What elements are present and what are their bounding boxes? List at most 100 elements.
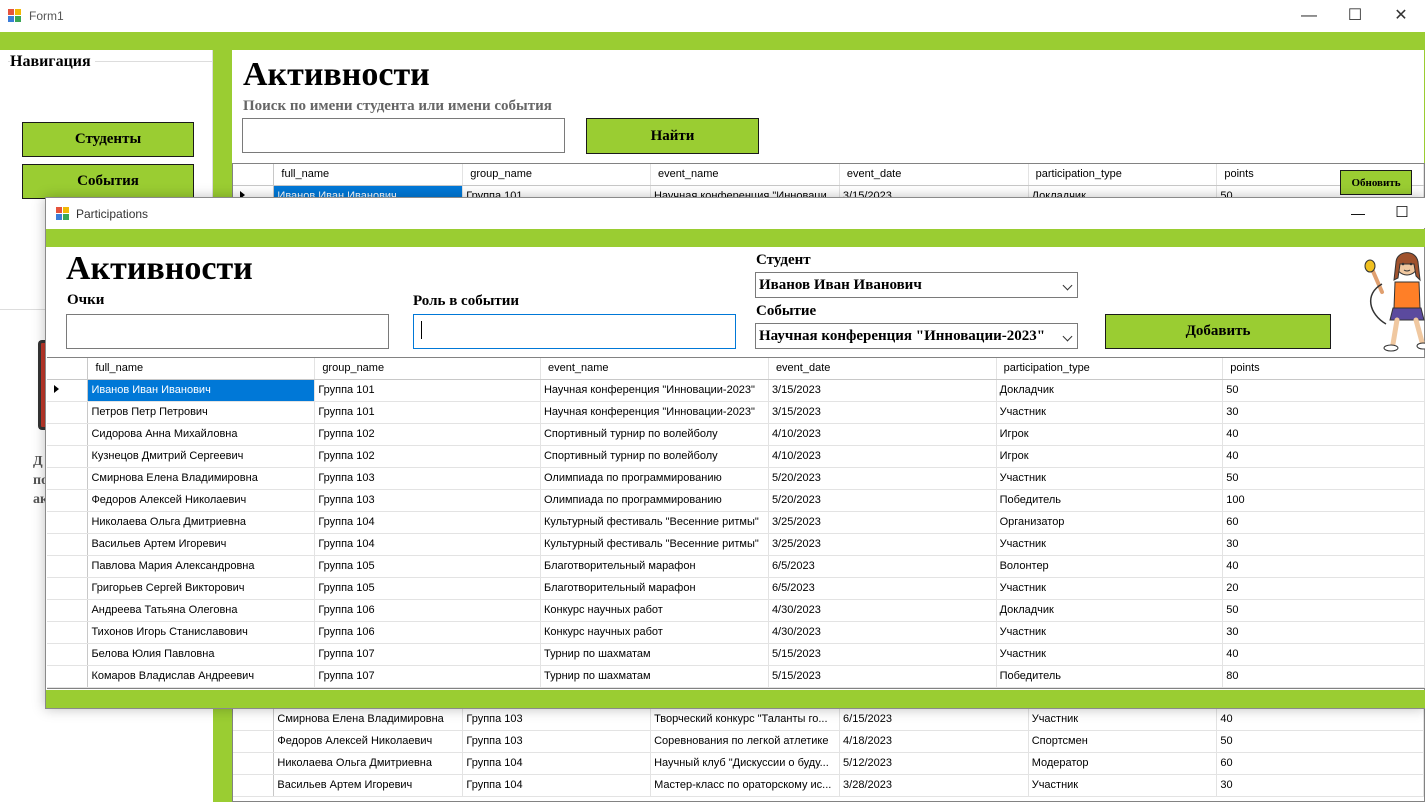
table-cell[interactable]: 5/15/2023 xyxy=(768,643,997,666)
table-cell[interactable]: 4/30/2023 xyxy=(768,621,997,644)
table-cell[interactable]: Группа 101 xyxy=(314,401,541,424)
table-cell[interactable]: Группа 102 xyxy=(314,423,541,446)
table-cell[interactable]: Федоров Алексей Николаевич xyxy=(87,489,316,512)
main-grid-lower[interactable]: Смирнова Елена Владимировна Группа 103 Тво… xyxy=(232,708,1425,802)
table-cell[interactable]: Благотворительный марафон xyxy=(540,577,769,600)
table-cell[interactable]: Докладчик xyxy=(996,599,1224,622)
student-select[interactable]: Иванов Иван Иванович xyxy=(755,272,1078,298)
table-cell[interactable]: Культурный фестиваль "Весенние ритмы" xyxy=(540,511,769,534)
table-cell[interactable]: Докладчик xyxy=(996,379,1224,402)
table-cell[interactable]: Турнир по шахматам xyxy=(540,643,769,666)
table-cell[interactable]: Группа 105 xyxy=(314,577,541,600)
table-cell[interactable]: Группа 104 xyxy=(314,533,541,556)
table-cell[interactable]: Научный клуб "Дискуссии о буду... xyxy=(650,752,841,775)
table-cell[interactable]: 6/5/2023 xyxy=(768,555,997,578)
column-header[interactable]: full_name xyxy=(273,164,464,186)
table-cell[interactable]: 30 xyxy=(1216,774,1424,797)
minimize-icon[interactable]: — xyxy=(1343,202,1373,224)
table-cell[interactable]: 30 xyxy=(1222,621,1425,644)
table-row[interactable]: Тихонов Игорь Станиславович Группа 106 Кон… xyxy=(47,621,1425,644)
table-row[interactable]: Кузнецов Дмитрий Сергеевич Группа 102 Спор… xyxy=(47,445,1425,468)
table-row[interactable]: Григорьев Сергей Викторович Группа 105 Бла… xyxy=(47,577,1425,600)
table-cell[interactable]: Научная конференция "Инновации-2023" xyxy=(540,379,769,402)
table-cell[interactable]: Белова Юлия Павловна xyxy=(87,643,316,666)
table-row[interactable]: Смирнова Елена Владимировна Группа 103 Тво… xyxy=(233,708,1424,731)
column-header[interactable]: group_name xyxy=(462,164,651,186)
table-cell[interactable]: Группа 107 xyxy=(314,665,541,688)
table-cell[interactable]: Участник xyxy=(1028,774,1218,797)
table-cell[interactable]: Победитель xyxy=(996,489,1224,512)
column-header[interactable]: points xyxy=(1222,358,1425,380)
table-cell[interactable]: 50 xyxy=(1222,467,1425,490)
role-input[interactable] xyxy=(413,314,736,349)
table-cell[interactable]: 60 xyxy=(1216,752,1424,775)
table-row[interactable]: Николаева Ольга Дмитриевна Группа 104 Науч… xyxy=(233,752,1424,775)
table-cell[interactable]: Спортивный турнир по волейболу xyxy=(540,423,769,446)
table-cell[interactable]: Участник xyxy=(996,621,1224,644)
table-cell[interactable]: Участник xyxy=(1028,708,1218,731)
table-cell[interactable]: Николаева Ольга Дмитриевна xyxy=(87,511,316,534)
table-cell[interactable]: 6/5/2023 xyxy=(768,577,997,600)
table-cell[interactable]: Группа 102 xyxy=(314,445,541,468)
table-cell[interactable]: 5/12/2023 xyxy=(839,752,1029,775)
table-cell[interactable]: Участник xyxy=(996,467,1224,490)
table-cell[interactable]: 5/20/2023 xyxy=(768,467,997,490)
table-cell[interactable]: 50 xyxy=(1222,599,1425,622)
table-cell[interactable]: Участник xyxy=(996,533,1224,556)
table-cell[interactable]: 4/10/2023 xyxy=(768,423,997,446)
table-cell[interactable]: Смирнова Елена Владимировна xyxy=(273,708,464,731)
table-cell[interactable]: Группа 103 xyxy=(462,730,652,753)
table-row[interactable]: Иванов Иван Иванович Группа 101 Научная ко… xyxy=(47,379,1425,402)
table-cell[interactable]: Кузнецов Дмитрий Сергеевич xyxy=(87,445,316,468)
students-button[interactable]: Студенты xyxy=(22,122,194,157)
table-row[interactable]: Сидорова Анна Михайловна Группа 102 Спорти… xyxy=(47,423,1425,446)
table-cell[interactable]: 3/15/2023 xyxy=(768,401,997,424)
table-cell[interactable]: Спортивный турнир по волейболу xyxy=(540,445,769,468)
table-cell[interactable]: Участник xyxy=(996,643,1224,666)
table-cell[interactable]: 5/15/2023 xyxy=(768,665,997,688)
table-cell[interactable]: Иванов Иван Иванович xyxy=(87,379,316,402)
table-cell[interactable]: Культурный фестиваль "Весенние ритмы" xyxy=(540,533,769,556)
table-row[interactable]: Смирнова Елена Владимировна Группа 103 Оли… xyxy=(47,467,1425,490)
table-cell[interactable]: 30 xyxy=(1222,533,1425,556)
table-cell[interactable]: 50 xyxy=(1216,730,1424,753)
search-button[interactable]: Найти xyxy=(586,118,759,154)
table-cell[interactable]: Конкурс научных работ xyxy=(540,599,769,622)
table-row[interactable]: Андреева Татьяна Олеговна Группа 106 Конку… xyxy=(47,599,1425,622)
table-cell[interactable]: Волонтер xyxy=(996,555,1224,578)
refresh-button[interactable]: Обновить xyxy=(1340,170,1412,195)
table-cell[interactable]: Тихонов Игорь Станиславович xyxy=(87,621,316,644)
table-cell[interactable]: 40 xyxy=(1222,555,1425,578)
table-cell[interactable]: Творческий конкурс "Таланты го... xyxy=(650,708,841,731)
table-cell[interactable]: 50 xyxy=(1222,379,1425,402)
table-cell[interactable]: Конкурс научных работ xyxy=(540,621,769,644)
column-header[interactable]: group_name xyxy=(314,358,541,380)
table-cell[interactable]: Группа 103 xyxy=(314,489,541,512)
table-cell[interactable]: Николаева Ольга Дмитриевна xyxy=(273,752,464,775)
table-cell[interactable]: Группа 104 xyxy=(462,752,652,775)
table-cell[interactable]: Мастер-класс по ораторскому ис... xyxy=(650,774,841,797)
minimize-icon[interactable]: — xyxy=(1286,4,1332,28)
table-cell[interactable]: 6/15/2023 xyxy=(839,708,1029,731)
table-cell[interactable]: Научная конференция "Инновации-2023" xyxy=(540,401,769,424)
table-cell[interactable]: Андреева Татьяна Олеговна xyxy=(87,599,316,622)
table-cell[interactable]: Игрок xyxy=(996,445,1224,468)
table-row[interactable]: Васильев Артем Игоревич Группа 104 Мастер-… xyxy=(233,774,1424,797)
table-row[interactable]: Николаева Ольга Дмитриевна Группа 104 Куль… xyxy=(47,511,1425,534)
table-cell[interactable]: 40 xyxy=(1222,445,1425,468)
column-header[interactable]: event_date xyxy=(839,164,1029,186)
table-cell[interactable]: 20 xyxy=(1222,577,1425,600)
main-titlebar[interactable]: Form1 — ☐ ✕ xyxy=(0,0,1425,32)
table-row[interactable]: Федоров Алексей Николаевич Группа 103 Соре… xyxy=(233,730,1424,753)
table-cell[interactable]: Олимпиада по программированию xyxy=(540,489,769,512)
table-cell[interactable]: Организатор xyxy=(996,511,1224,534)
table-cell[interactable]: 3/15/2023 xyxy=(768,379,997,402)
table-cell[interactable]: Турнир по шахматам xyxy=(540,665,769,688)
table-cell[interactable]: Благотворительный марафон xyxy=(540,555,769,578)
table-cell[interactable]: 40 xyxy=(1216,708,1424,731)
table-cell[interactable]: Павлова Мария Александровна xyxy=(87,555,316,578)
table-cell[interactable]: Васильев Артем Игоревич xyxy=(87,533,316,556)
table-cell[interactable]: Группа 105 xyxy=(314,555,541,578)
table-cell[interactable]: Олимпиада по программированию xyxy=(540,467,769,490)
table-cell[interactable]: 40 xyxy=(1222,643,1425,666)
